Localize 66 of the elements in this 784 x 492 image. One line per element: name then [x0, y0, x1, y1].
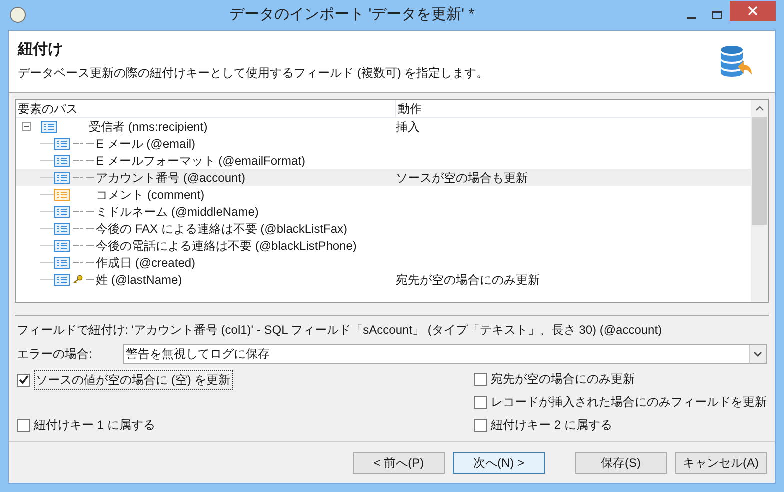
tree-label: 今後の FAX による連絡は不要 (@blackListFax)	[96, 220, 348, 238]
tree-label: E メールフォーマット (@emailFormat)	[96, 152, 306, 170]
checkbox-label: 紐付けキー 2 に属する	[491, 417, 612, 434]
nav-button[interactable]: キャンセル(A)	[675, 452, 767, 474]
tree-row[interactable]: E メール (@email)	[16, 135, 751, 152]
tree-label: 今後の電話による連絡は不要 (@blackListPhone)	[96, 238, 357, 254]
list-icon	[54, 206, 70, 218]
header-description: データベース更新の際の紐付けキーとして使用するフィールド (複数可) を指定します。	[18, 64, 490, 82]
collapse-toggle[interactable]	[22, 122, 31, 131]
checkbox[interactable]	[474, 418, 487, 432]
error-dropdown[interactable]: 警告を無視してログに保存	[123, 344, 767, 364]
tree-row[interactable]: 姓 (@lastName) 宛先が空の場合にのみ更新	[16, 271, 751, 288]
tree-row[interactable]: ミドルネーム (@middleName)	[16, 203, 751, 220]
tree-row[interactable]: 今後の電話による連絡は不要 (@blackListPhone)	[16, 237, 751, 254]
checkbox-label: 宛先が空の場合にのみ更新	[491, 371, 635, 388]
column-header[interactable]: 動作	[396, 100, 422, 118]
window-title: データのインポート 'データを更新' *	[228, 4, 476, 25]
list-icon	[54, 256, 70, 268]
checkbox[interactable]	[474, 396, 487, 408]
list-icon	[54, 188, 70, 200]
action-text: 宛先が空の場合にのみ更新	[396, 272, 540, 288]
minus-icon	[23, 123, 30, 130]
checkbox-label: レコードが挿入された場合にのみフィールドを更新	[491, 394, 767, 411]
tree-label: E メール (@email)	[96, 136, 196, 152]
checkbox[interactable]	[17, 374, 30, 386]
close-button[interactable]	[730, 1, 776, 21]
link-info-text: フィールドで紐付け: 'アカウント番号 (col1)' - SQL フィールド「sAccount」 (タイプ「テキスト」、長さ 30) (@account)	[17, 322, 664, 339]
header-title: 紐付け	[18, 40, 64, 60]
tree-label: コメント (comment)	[96, 186, 205, 204]
tree-label: 作成日 (@created)	[96, 254, 196, 272]
list-icon	[54, 222, 70, 234]
chevron-up-icon	[756, 106, 764, 111]
tree-row[interactable]: 作成日 (@created)	[16, 254, 751, 271]
tree-label: ミドルネーム (@middleName)	[96, 204, 259, 220]
nav-button[interactable]: 保存(S)	[575, 452, 667, 474]
checkbox[interactable]	[17, 418, 30, 432]
checkbox-label: 紐付けキー 1 に属する	[34, 417, 156, 434]
column-header[interactable]: 要素のパス	[16, 100, 396, 118]
database-update-icon	[718, 45, 754, 79]
tree-label: 受信者 (nms:recipient)	[89, 118, 208, 136]
tree-label: 姓 (@lastName)	[96, 272, 182, 288]
close-icon	[748, 6, 758, 16]
nav-button[interactable]: < 前へ(P)	[353, 452, 445, 474]
checkbox[interactable]	[474, 372, 487, 386]
field-label: エラーの場合:	[17, 346, 94, 363]
tree-row[interactable]: 今後の FAX による連絡は不要 (@blackListFax)	[16, 220, 751, 237]
action-text: ソースが空の場合も更新	[396, 170, 528, 186]
list-icon	[54, 154, 70, 166]
checkbox-label: ソースの値が空の場合に (空) を更新	[34, 370, 233, 390]
checkmark-icon	[18, 375, 28, 385]
list-icon	[54, 240, 70, 252]
list-icon	[54, 274, 70, 286]
scrollbar[interactable]	[751, 100, 768, 302]
chevron-down-icon	[754, 352, 762, 356]
list-icon	[54, 138, 70, 150]
list-icon	[41, 120, 57, 132]
tree-row[interactable]: アカウント番号 (@account) ソースが空の場合も更新	[16, 169, 751, 186]
key-icon	[73, 275, 83, 284]
action-text: 挿入	[396, 118, 420, 136]
tree-row[interactable]: コメント (comment)	[16, 186, 751, 203]
list-icon	[54, 172, 70, 184]
tree-row[interactable]: E メールフォーマット (@emailFormat)	[16, 152, 751, 169]
tree-row[interactable]: 受信者 (nms:recipient) 挿入	[16, 118, 751, 135]
tree-label: アカウント番号 (@account)	[96, 170, 246, 186]
app-icon	[10, 7, 26, 23]
nav-button[interactable]: 次へ(N) >	[453, 452, 545, 474]
